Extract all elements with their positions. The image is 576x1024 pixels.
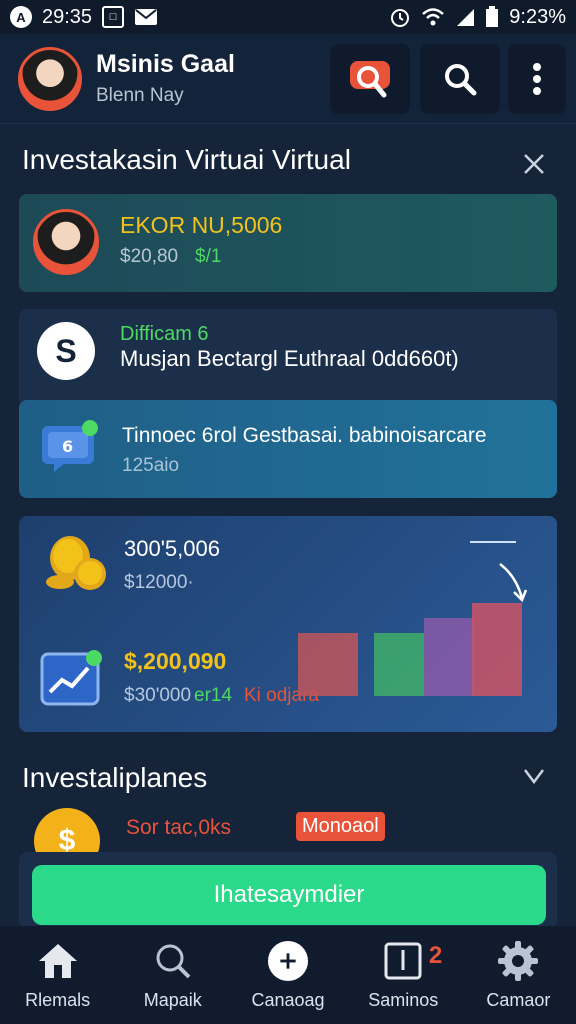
trend-chart-icon: [40, 650, 102, 706]
mail-icon: [135, 9, 158, 25]
asset-logo: S: [37, 322, 95, 380]
message-title: Tinnoec 6rol Gestbasai. babinoisarcare: [122, 424, 487, 447]
nav-item-compass[interactable]: Canaoag: [230, 926, 345, 1024]
portfolio-card[interactable]: [19, 194, 557, 292]
nav-label: Mapaik: [143, 989, 202, 1010]
page-title: Investakasin Virtuai Virtual: [22, 144, 351, 175]
nav-item-notices[interactable]: 2 Saminos: [346, 926, 461, 1024]
status-bar-left: A 29:35 □: [10, 6, 158, 29]
signal-icon: [457, 9, 475, 26]
search-button[interactable]: [420, 44, 500, 114]
portfolio-title: EKOR NU,5006: [120, 212, 283, 238]
gear-icon: [497, 940, 539, 982]
plan-text: Sor tac,0ks: [126, 816, 232, 839]
chart-bar: [298, 633, 358, 696]
chart-bar: [424, 618, 474, 696]
wifi-icon: [422, 8, 445, 26]
chart-bar: [472, 603, 522, 696]
investment-subtotal: $12000·: [124, 572, 194, 593]
battery-icon: [486, 6, 499, 27]
app-header: Msinis Gaal Blenn Nay: [0, 34, 576, 124]
asset-subtitle: Musjan Bectargl Euthraal 0dd660t): [120, 346, 459, 371]
investment-total: 300'5,006: [124, 536, 220, 561]
investment-base: $30'000: [124, 685, 192, 706]
user-subtitle: Blenn Nay: [96, 85, 184, 106]
user-name: Msinis Gaal: [96, 50, 235, 78]
status-bar-right: 9:23%: [389, 6, 566, 29]
more-options-button[interactable]: [508, 44, 566, 114]
expand-button[interactable]: [522, 764, 550, 792]
chart-bar: [374, 633, 424, 696]
trend-arrow-icon: [499, 563, 528, 603]
status-time-right: 9:23%: [509, 5, 566, 28]
nav-item-home[interactable]: Rlemals: [0, 926, 115, 1024]
compass-icon: [267, 940, 309, 982]
notification-icon: □: [102, 6, 125, 28]
status-bar: A 29:35 □ 9:23%: [0, 0, 576, 34]
plan-badge: Monoaol: [296, 812, 385, 841]
search-icon: [152, 940, 194, 982]
search-alert-icon: [350, 61, 390, 98]
section-title: Investaliplanes: [22, 762, 208, 793]
mini-bar-chart: [298, 541, 528, 696]
portfolio-value: $20,80: [120, 246, 179, 267]
portfolio-change: $/1: [195, 246, 222, 267]
home-icon: [37, 940, 79, 982]
bottom-navigation: Rlemals Mapaik Canaoag 2 Saminos Camaor: [0, 926, 576, 1024]
chat-icon: 6: [42, 420, 98, 472]
nav-label: Rlemals: [25, 989, 91, 1010]
investment-gain: $,200,090: [124, 648, 227, 674]
status-time-left: 29:35: [42, 5, 93, 28]
chevron-down-icon: [524, 769, 544, 785]
user-info: Msinis Gaal Blenn Nay: [96, 50, 235, 107]
close-button[interactable]: [520, 150, 548, 178]
message-subtitle: 125aio: [122, 455, 180, 476]
more-vertical-icon: [533, 63, 541, 95]
nav-label: Camaor: [486, 989, 551, 1010]
nav-item-settings[interactable]: Camaor: [461, 926, 576, 1024]
notification-badge: 2: [428, 941, 443, 969]
app-icon: A: [10, 6, 32, 28]
nav-label: Saminos: [368, 989, 439, 1010]
primary-action-button[interactable]: Ihatesaymdier: [32, 865, 546, 925]
avatar[interactable]: [18, 46, 82, 111]
close-icon: [524, 154, 544, 174]
coins-icon: [46, 536, 106, 590]
search-alert-button[interactable]: [330, 44, 410, 114]
svg-text:6: 6: [62, 437, 73, 456]
asset-title: Difficam 6: [120, 323, 209, 345]
investment-rate: er14: [194, 685, 233, 706]
card-avatar: [33, 209, 99, 275]
notice-icon: 2: [382, 940, 442, 982]
alarm-icon: [391, 9, 410, 27]
search-icon: [445, 64, 477, 96]
nav-item-search[interactable]: Mapaik: [115, 926, 230, 1024]
nav-label: Canaoag: [251, 989, 325, 1010]
